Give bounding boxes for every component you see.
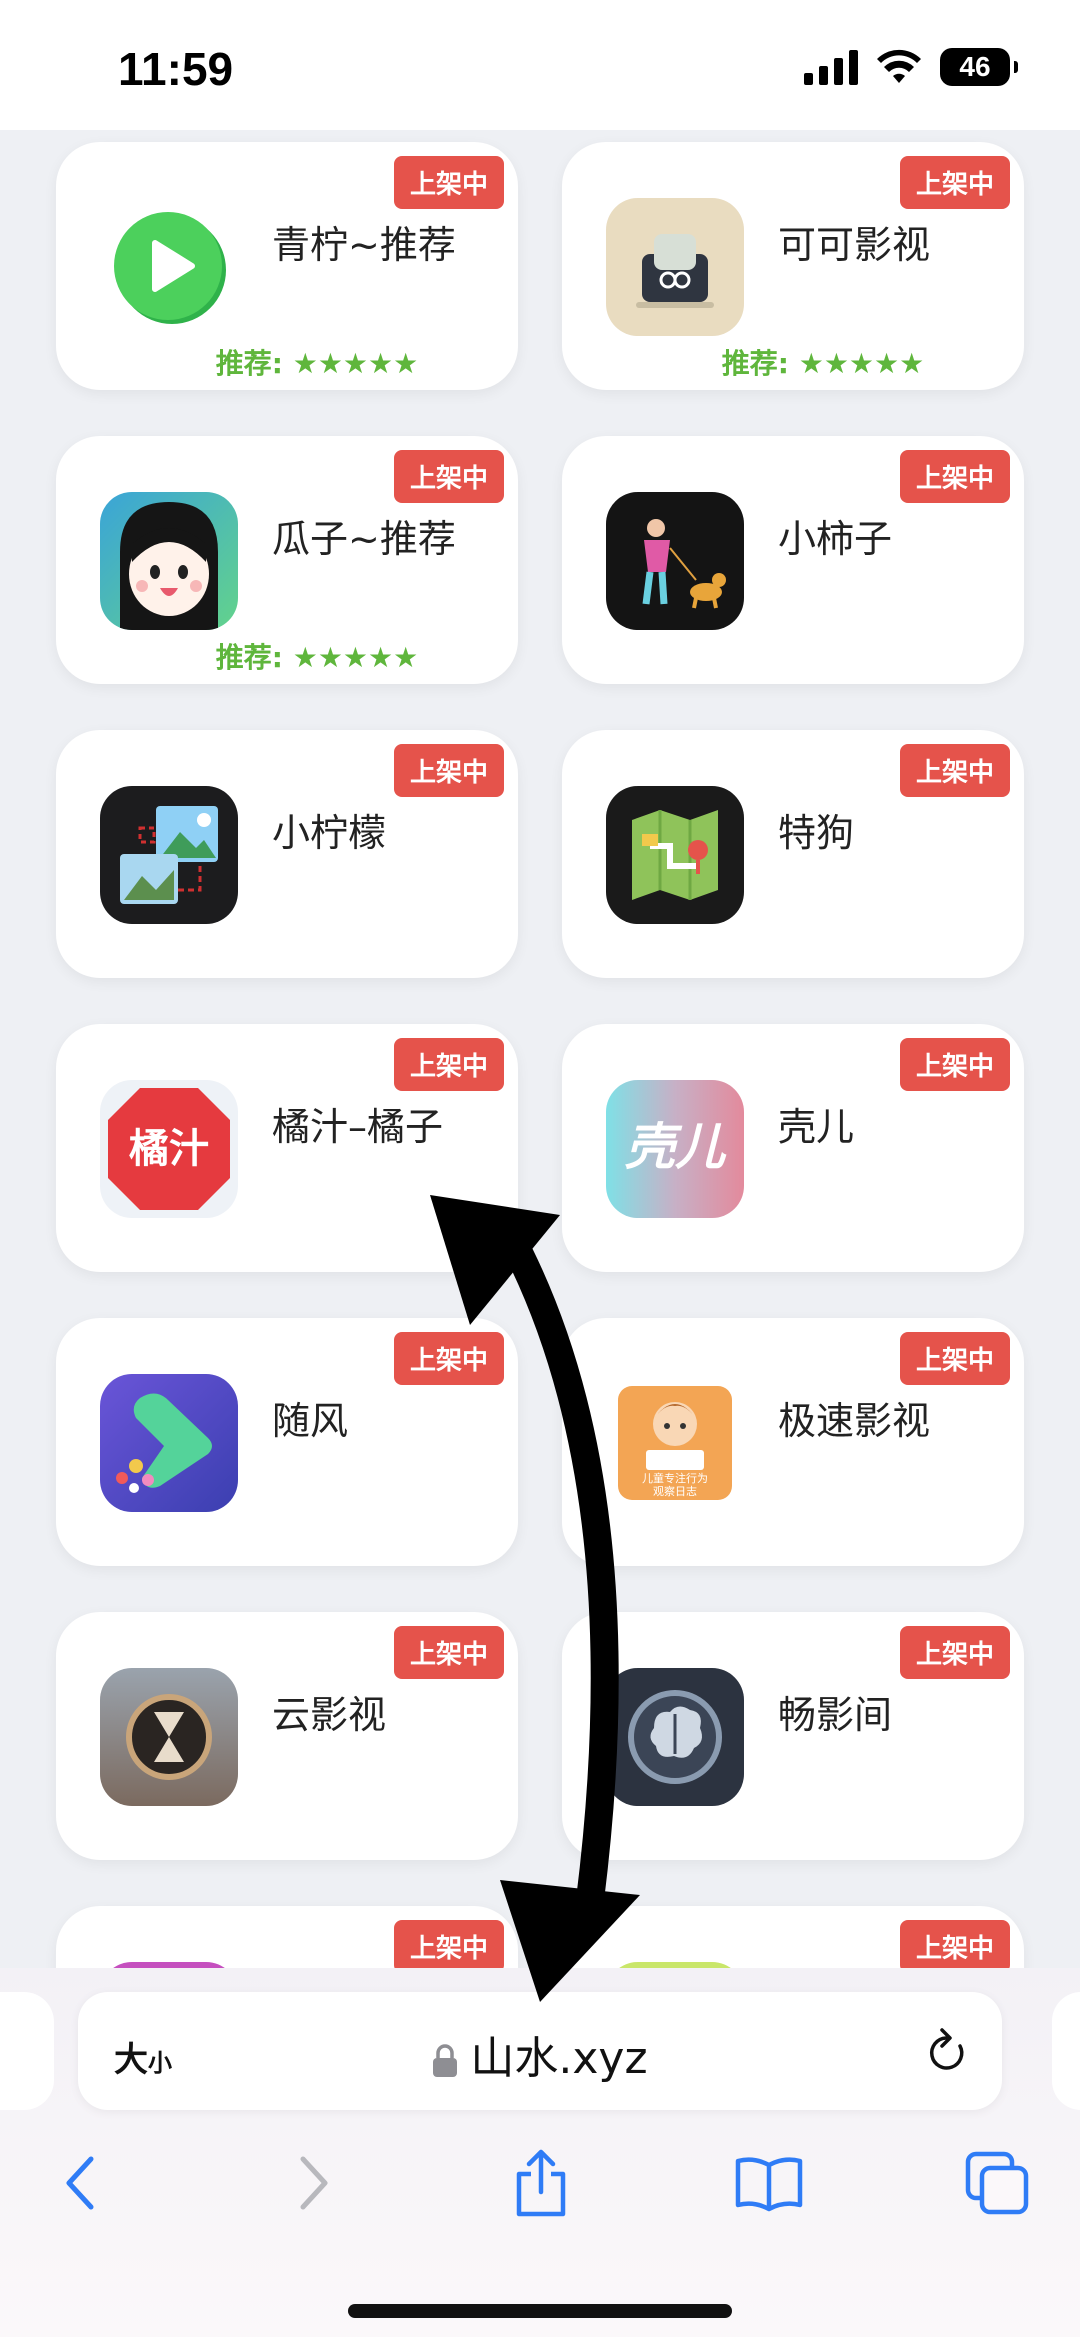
- address-bar[interactable]: 大小 山水.xyz: [78, 1992, 1002, 2110]
- icon-text: 壳儿: [625, 1118, 727, 1176]
- url-field[interactable]: 山水.xyz: [78, 2022, 1002, 2086]
- app-name: 随风: [272, 1399, 349, 1443]
- reload-icon[interactable]: [924, 2026, 970, 2080]
- keer-icon: 壳儿: [606, 1080, 744, 1218]
- app-name: 壳儿: [778, 1105, 855, 1149]
- status-badge: 上架中: [393, 156, 504, 209]
- app-name: 小柠檬: [272, 811, 387, 855]
- app-name: 小柿子: [778, 517, 893, 561]
- brain-icon: [606, 1668, 744, 1806]
- status-badge: 上架中: [899, 1920, 1010, 1973]
- app-card[interactable]: 上架中 青柠~推荐 推荐: ★★★★★: [56, 142, 518, 390]
- chevron-right-icon: [300, 2156, 328, 2210]
- app-card[interactable]: 上架中 特狗: [562, 730, 1024, 978]
- kid-reading-icon: 儿童专注行为 观察日志: [606, 1374, 744, 1512]
- green-play-icon: [100, 198, 238, 336]
- app-name: 极速影视: [778, 1399, 931, 1443]
- status-badge: 上架中: [899, 1626, 1010, 1679]
- lock-icon: [433, 2044, 458, 2077]
- status-badge: 上架中: [899, 156, 1010, 209]
- previous-tab-pill[interactable]: [0, 1992, 54, 2110]
- browser-bottom-bar: 大小 山水.xyz: [0, 1968, 1080, 2337]
- tabs-button[interactable]: [952, 2138, 1042, 2228]
- app-card[interactable]: 上架中 橘汁 橘汁–橘子: [56, 1024, 518, 1272]
- app-card[interactable]: 上架中 随风: [56, 1318, 518, 1566]
- app-card[interactable]: 上架中 可可影视 推荐: ★★★★★: [562, 142, 1024, 390]
- app-card[interactable]: 上架中 小柿子: [562, 436, 1024, 684]
- book-icon: [735, 2157, 803, 2212]
- rating: 推荐: ★★★★★: [215, 641, 419, 674]
- status-badge: 上架中: [393, 1626, 504, 1679]
- app-card[interactable]: 上架中 云影视: [56, 1612, 518, 1860]
- status-icons: 46: [804, 48, 1018, 86]
- app-name: 可可影视: [778, 223, 931, 267]
- app-name: 畅影间: [778, 1693, 893, 1737]
- rating: 推荐: ★★★★★: [721, 347, 925, 380]
- status-badge: 上架中: [393, 1038, 504, 1091]
- share-icon: [516, 2149, 566, 2217]
- bookmarks-button[interactable]: [724, 2138, 814, 2228]
- icon-text: 橘汁: [129, 1126, 209, 1172]
- app-card[interactable]: 上架中 壳儿 壳儿: [562, 1024, 1024, 1272]
- hourglass-icon: [100, 1668, 238, 1806]
- app-card[interactable]: 上架中 畅影间: [562, 1612, 1024, 1860]
- forward-button[interactable]: [268, 2138, 358, 2228]
- rating: 推荐: ★★★★★: [215, 347, 419, 380]
- status-badge: 上架中: [393, 744, 504, 797]
- map-icon: [606, 786, 744, 924]
- app-card[interactable]: 上架中 瓜子~推荐 推荐: ★★★★★: [56, 436, 518, 684]
- wifi-icon: [877, 49, 921, 83]
- tv-icon: [606, 198, 744, 336]
- status-badge: 上架中: [393, 1920, 504, 1973]
- app-name: 橘汁–橘子: [272, 1105, 444, 1149]
- app-name: 云影视: [272, 1693, 387, 1737]
- app-name: 特狗: [778, 811, 855, 855]
- url-text: 山水.xyz: [470, 2033, 648, 2084]
- svg-text:儿童专注行为: 儿童专注行为: [642, 1471, 708, 1485]
- app-name: 青柠~推荐: [272, 223, 456, 267]
- chevron-left-icon: [66, 2156, 94, 2210]
- status-badge: 上架中: [899, 450, 1010, 503]
- girl-dog-icon: [606, 492, 744, 630]
- status-badge: 上架中: [899, 1332, 1010, 1385]
- tabs-icon: [965, 2151, 1029, 2215]
- back-button[interactable]: [36, 2138, 126, 2228]
- status-time: 11:59: [118, 43, 234, 95]
- photos-icon: [100, 786, 238, 924]
- status-badge: 上架中: [899, 1038, 1010, 1091]
- browser-toolbar: [0, 2138, 1080, 2258]
- juzhi-icon: 橘汁: [100, 1080, 238, 1218]
- svg-text:观察日志: 观察日志: [653, 1484, 697, 1498]
- status-badge: 上架中: [899, 744, 1010, 797]
- battery-indicator: 46: [940, 48, 1018, 86]
- next-tab-pill[interactable]: [1052, 1992, 1080, 2110]
- status-badge: 上架中: [393, 450, 504, 503]
- cartoon-face-icon: [100, 492, 238, 630]
- status-badge: 上架中: [393, 1332, 504, 1385]
- app-card[interactable]: 上架中 儿童专注行为 观察日志 极速影视: [562, 1318, 1024, 1566]
- app-card[interactable]: 上架中 小柠檬: [56, 730, 518, 978]
- signal-icon: [804, 49, 858, 85]
- app-name: 瓜子~推荐: [272, 517, 456, 561]
- status-bar: 11:59 46: [0, 0, 1080, 130]
- home-indicator: [348, 2304, 732, 2318]
- play-arrow-icon: [100, 1374, 238, 1512]
- share-button[interactable]: [496, 2138, 586, 2228]
